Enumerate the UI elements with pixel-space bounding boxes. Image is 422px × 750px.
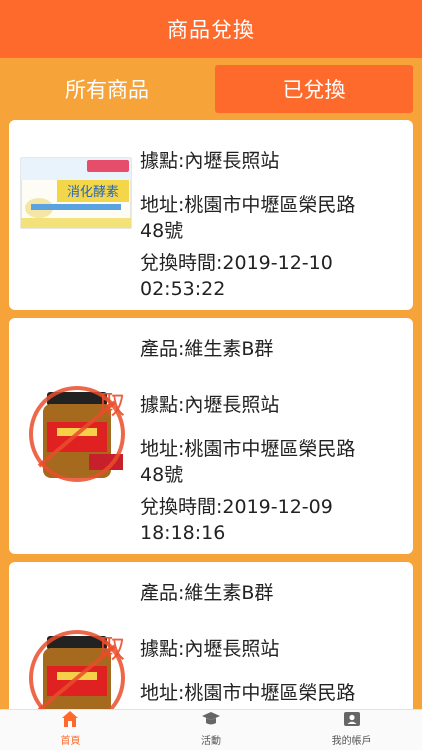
card-location: 據點:內壢長照站 [140, 150, 280, 172]
tabbar-home-label: 首頁 [60, 736, 81, 747]
segment-tabs: 所有商品 已兌換 [0, 58, 422, 120]
card-address-line1: 地址:桃園市中壢區榮民路 [140, 682, 356, 704]
card-address-line2: 48號 [140, 220, 184, 242]
tab-all-products[interactable]: 所有商品 [8, 65, 206, 113]
card-address-line1: 地址:桃園市中壢區榮民路 [140, 194, 356, 216]
product-image: 消化酵素 [17, 148, 137, 268]
card-location: 據點:內壢長照站 [140, 394, 280, 416]
product-image: 取 [17, 374, 137, 494]
stamp-label: 取 [99, 391, 125, 421]
page-title: 商品兌換 [167, 18, 255, 42]
card-address-line2: 48號 [140, 464, 184, 486]
tabbar-home[interactable]: 首頁 [0, 710, 141, 750]
card-location: 據點:內壢長照站 [140, 638, 280, 660]
tabbar-account-label: 我的帳戶 [331, 736, 372, 747]
redemption-list[interactable]: 消化酵素 據點:內壢長照站 地址:桃園市中壢區榮民路 48號 兌換時間:2019… [0, 120, 422, 710]
home-icon [62, 711, 79, 727]
redemption-card[interactable]: 取 產品:維生素B群 據點:內壢長照站 地址:桃園市中壢區榮民路 48號 兌換時… [9, 318, 413, 554]
tab-redeemed[interactable]: 已兌換 [215, 65, 413, 113]
tabbar-activities-label: 活動 [201, 736, 221, 747]
product-image: 取 [17, 618, 137, 710]
account-card-icon [343, 712, 360, 726]
card-time-label: 兌換時間:2019-12-10 [140, 252, 333, 274]
card-time-value: 02:53:22 [140, 278, 226, 300]
stamp-label: 取 [99, 635, 125, 665]
tabbar-activities[interactable]: 活動 [141, 710, 282, 750]
bottom-tab-bar: 首頁 活動 我的帳戶 [0, 709, 422, 750]
header-bar: 商品兌換 [0, 0, 422, 58]
card-time-value: 18:18:16 [140, 522, 226, 544]
product-image-label: 消化酵素 [67, 185, 119, 200]
card-address-line1: 地址:桃園市中壢區榮民路 [140, 438, 356, 460]
card-product: 產品:維生素B群 [140, 582, 274, 604]
tabbar-account[interactable]: 我的帳戶 [281, 710, 422, 750]
redemption-card[interactable]: 消化酵素 據點:內壢長照站 地址:桃園市中壢區榮民路 48號 兌換時間:2019… [9, 120, 413, 310]
redemption-card[interactable]: 取 產品:維生素B群 據點:內壢長照站 地址:桃園市中壢區榮民路 [9, 562, 413, 710]
card-time-label: 兌換時間:2019-12-09 [140, 496, 333, 518]
card-product: 產品:維生素B群 [140, 338, 274, 360]
graduation-cap-icon [202, 712, 220, 725]
